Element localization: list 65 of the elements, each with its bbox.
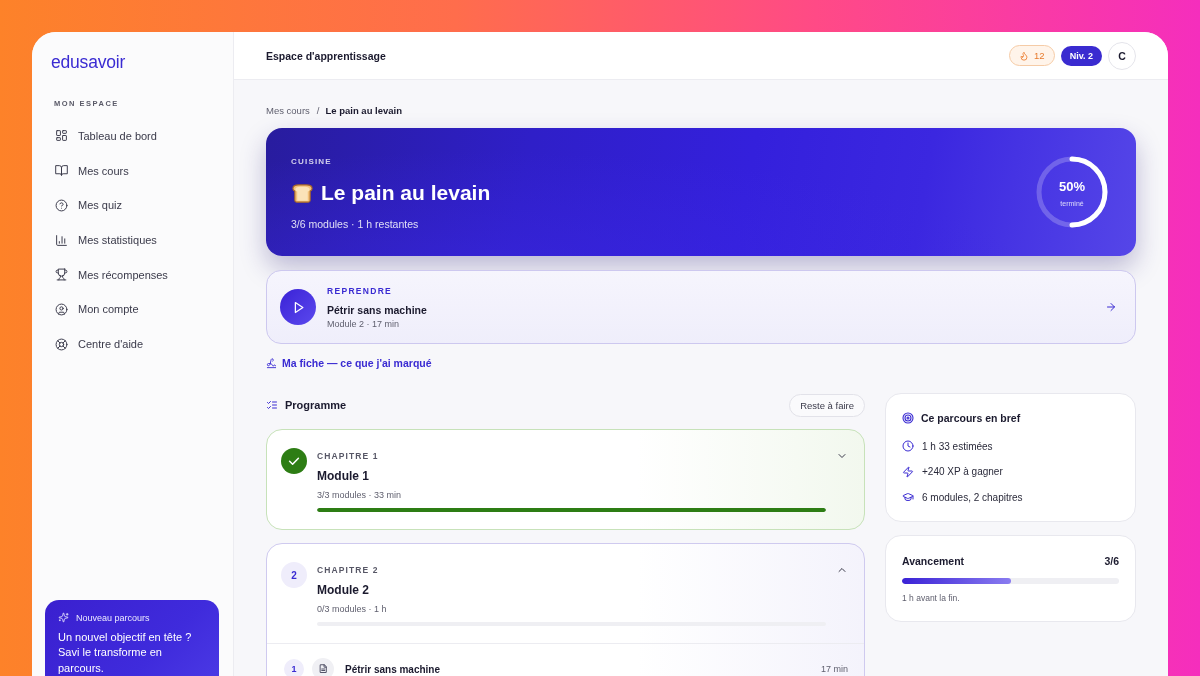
lesson-duration: 17 min <box>821 664 848 674</box>
chapter-title: Module 1 <box>317 468 369 484</box>
lightning-icon <box>902 465 914 478</box>
filter-button[interactable]: Reste à faire <box>789 393 865 417</box>
nav-item[interactable]: Centre d'aide <box>40 326 225 362</box>
book-icon <box>55 164 68 178</box>
breadcrumb-separator: / <box>316 105 320 117</box>
logo[interactable]: edusavoir <box>51 52 126 72</box>
nav-item[interactable]: Mes récompenses <box>40 257 225 293</box>
course-category: CUISINE <box>291 156 333 168</box>
arrow-right-icon[interactable] <box>1105 301 1117 313</box>
resume-label: REPRENDRE <box>327 284 393 297</box>
course-subtitle: 3/6 modules · 1 h restantes <box>291 217 420 231</box>
chapter-label: CHAPITRE 1 <box>317 450 379 462</box>
progress-title: Avancement <box>902 554 965 567</box>
progress-note: 1 h avant la fin. <box>902 591 960 604</box>
nav-item[interactable]: Mes cours <box>40 153 225 188</box>
grid-icon <box>55 129 68 143</box>
page-title: Espace d'apprentissage <box>266 49 386 62</box>
chapter-label: CHAPITRE 2 <box>317 564 379 576</box>
resume-meta: Module 2 · 17 min <box>327 317 400 330</box>
nav-item[interactable]: Mes quiz <box>40 187 225 223</box>
promo-card[interactable]: Nouveau parcours Un nouvel objectif en tête ? Savi le transforme en parcours. <box>45 599 219 676</box>
chapter-meta: 0/3 modules · 1 h <box>317 603 387 615</box>
level-badge: Niv. 2 <box>1060 45 1102 66</box>
progress-percent: 50% <box>1059 178 1085 194</box>
promo-title: Nouveau parcours <box>76 611 150 624</box>
breadcrumb-link[interactable]: Mes cours <box>266 105 310 117</box>
flame-icon <box>1019 50 1030 61</box>
checklist-icon <box>266 399 278 411</box>
course-title: Le pain au levain <box>321 180 491 206</box>
trophy-icon <box>55 268 68 282</box>
summary-item: +240 XP à gagner <box>922 466 1003 477</box>
breadcrumb-current: Le pain au levain <box>325 105 403 117</box>
graduation-cap-icon <box>902 491 914 503</box>
signature-icon <box>266 357 277 369</box>
notes-link[interactable]: Ma fiche — ce que j'ai marqué <box>266 356 432 370</box>
summary-title: Ce parcours en bref <box>921 412 1021 424</box>
document-icon <box>312 658 334 676</box>
lesson-number: 1 <box>284 659 304 676</box>
lesson-title[interactable]: Pétrir sans machine <box>345 663 441 675</box>
bar-chart-icon <box>55 233 68 247</box>
nav-item[interactable]: Tableau de bord <box>40 118 225 154</box>
user-icon <box>55 302 68 316</box>
avatar[interactable]: C <box>1108 41 1136 70</box>
chapter-number: 2 <box>281 562 307 588</box>
resume-title: Pétrir sans machine <box>327 302 427 317</box>
bread-icon <box>291 181 314 205</box>
play-button[interactable] <box>280 289 316 325</box>
clock-icon <box>902 440 914 452</box>
section-title: Programme <box>285 399 347 411</box>
target-icon <box>902 412 914 424</box>
lifebuoy-icon <box>55 337 68 351</box>
promo-text: Un nouvel objectif en tête ? Savi le transforme en parcours. <box>58 629 193 676</box>
question-icon <box>55 198 68 212</box>
sparkle-icon <box>58 612 69 623</box>
summary-item: 6 modules, 2 chapitres <box>922 491 1023 503</box>
chapter-meta: 3/3 modules · 33 min <box>317 489 402 501</box>
summary-item: 1 h 33 estimées <box>922 440 993 452</box>
nav-item[interactable]: Mon compte <box>40 292 225 327</box>
nav-item[interactable]: Mes statistiques <box>40 222 225 258</box>
progress-count: 3/6 <box>1104 554 1119 567</box>
chapter-title: Module 2 <box>317 582 369 598</box>
streak-count: 12 <box>1034 50 1045 61</box>
check-circle-icon <box>281 448 307 474</box>
